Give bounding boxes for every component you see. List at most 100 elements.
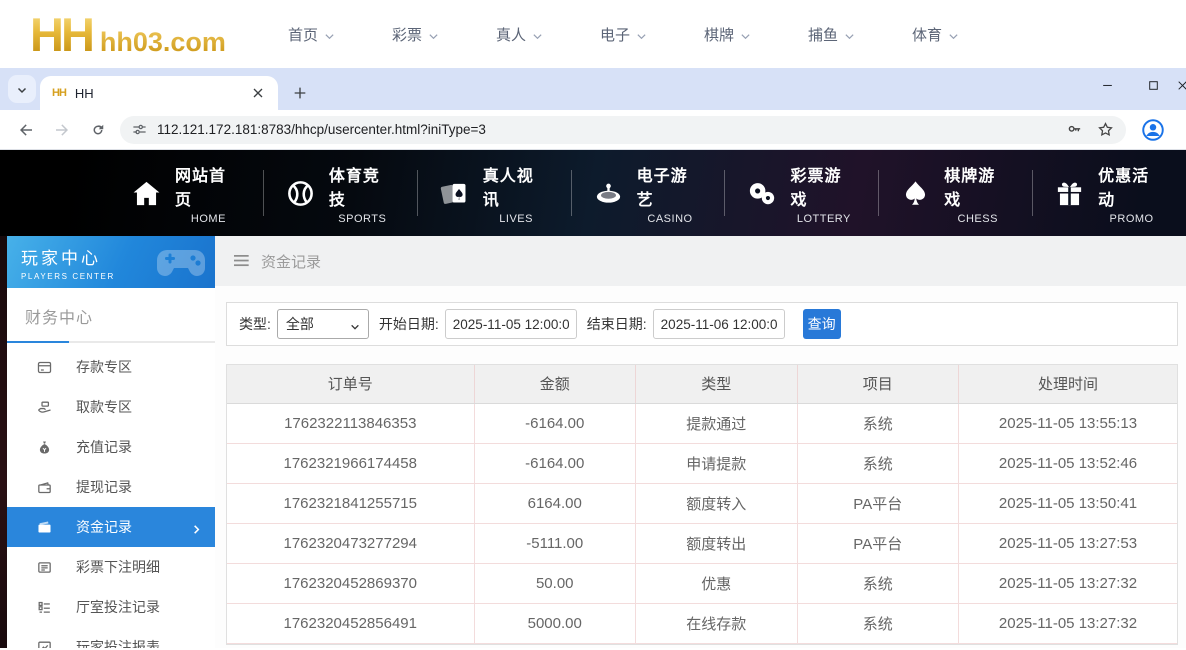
back-button[interactable] <box>13 117 39 143</box>
site-info-icon[interactable] <box>132 122 147 137</box>
profile-avatar-icon[interactable] <box>1140 117 1166 143</box>
sidebar-item[interactable]: 玩家投注报表 <box>7 627 215 648</box>
tab-close-icon[interactable] <box>250 85 266 101</box>
game-nav-label-cn: 优惠活动 <box>1098 167 1150 209</box>
forward-button[interactable] <box>49 117 75 143</box>
site-logo[interactable]: HH hh03.com <box>30 7 226 62</box>
tab-title: HH <box>74 85 94 101</box>
site-nav: 首页 彩票 真人 电子 棋牌 捕鱼 体育 <box>288 24 959 45</box>
breadcrumb: 资金记录 <box>215 236 1186 286</box>
game-nav-item[interactable]: 棋牌游戏 CHESS <box>879 162 1032 225</box>
table-cell: 提款通过 <box>635 403 798 444</box>
gift-icon <box>1054 178 1085 209</box>
reload-icon <box>89 121 107 139</box>
minimize-icon <box>1101 79 1114 92</box>
close-button[interactable] <box>1176 68 1186 102</box>
game-nav-label-en: PROMO <box>1109 212 1154 225</box>
close-icon <box>1176 79 1186 92</box>
site-nav-label: 捕鱼 <box>808 26 839 44</box>
game-nav-label-cn: 棋牌游戏 <box>944 167 996 209</box>
table-cell: 1762321966174458 <box>227 443 475 484</box>
chevron-down-icon <box>636 29 647 40</box>
table-cell: 优惠 <box>635 563 798 604</box>
sports-ball-icon <box>285 178 316 209</box>
window-controls <box>1084 68 1186 102</box>
site-nav-item[interactable]: 捕鱼 <box>808 24 855 45</box>
game-nav-label-cn: 网站首页 <box>175 167 227 209</box>
table-header-cell: 项目 <box>797 365 959 404</box>
sidebar-divider <box>7 341 215 343</box>
minimize-button[interactable] <box>1084 68 1130 102</box>
table-cell: 2025-11-05 13:27:32 <box>958 563 1177 604</box>
search-button[interactable]: 查询 <box>802 309 841 339</box>
site-nav-label: 体育 <box>912 26 943 44</box>
lottery-balls-icon <box>746 178 777 209</box>
sidebar-item[interactable]: 资金记录 <box>7 507 215 547</box>
bookmark-star-icon[interactable] <box>1097 121 1114 138</box>
end-date-input[interactable] <box>652 309 785 339</box>
sidebar-item[interactable]: 存款专区 <box>7 347 215 387</box>
sidebar-item[interactable]: 提现记录 <box>7 467 215 507</box>
table-cell: 申请提款 <box>635 443 798 484</box>
sidebar-item[interactable]: 彩票下注明细 <box>7 547 215 587</box>
table-cell: 额度转出 <box>635 523 798 564</box>
sidebar-menu: 存款专区 取款专区充值记录提现记录资金记录彩票下注明细 厅室投注记录玩家投注报表 <box>7 347 215 648</box>
table-header-row: 订单号 金额 类型 项目 处理时间 <box>227 365 1177 404</box>
table-cell: 2025-11-05 13:55:13 <box>958 403 1177 444</box>
game-nav-label-cn: 彩票游戏 <box>790 167 842 209</box>
table-cell: -5111.00 <box>474 523 636 564</box>
tab-search-button[interactable] <box>8 75 36 103</box>
game-nav-item[interactable]: 真人视讯 LIVES <box>418 162 571 225</box>
hamburger-menu-icon[interactable] <box>234 254 250 268</box>
browser-tab[interactable]: HH HH <box>40 76 278 110</box>
sidebar-item-label: 玩家投注报表 <box>76 639 160 648</box>
sidebar-item-label: 资金记录 <box>76 519 132 535</box>
reload-button[interactable] <box>85 117 111 143</box>
sidebar-item-label: 彩票下注明细 <box>76 559 160 575</box>
site-nav-item[interactable]: 电子 <box>600 24 647 45</box>
table-header-cell: 金额 <box>474 365 636 404</box>
game-nav-item[interactable]: 优惠活动 PROMO <box>1033 162 1186 225</box>
sidebar-item-label: 充值记录 <box>76 439 132 455</box>
chevron-down-icon <box>740 29 751 40</box>
deposit-zone-icon <box>36 359 53 376</box>
sidebar-item[interactable]: 取款专区 <box>7 387 215 427</box>
sidebar-item[interactable]: 充值记录 <box>7 427 215 467</box>
site-nav-item[interactable]: 彩票 <box>392 24 439 45</box>
game-nav-text: 真人视讯 LIVES <box>483 162 550 225</box>
site-nav-item[interactable]: 首页 <box>288 24 335 45</box>
site-nav-item[interactable]: 真人 <box>496 24 543 45</box>
browser-toolbar: 112.121.172.181:8783/hhcp/usercenter.htm… <box>0 110 1186 150</box>
start-date-input[interactable] <box>444 309 577 339</box>
game-nav-item[interactable]: 体育竞技 SPORTS <box>264 162 417 225</box>
game-nav-item[interactable]: 电子游艺 CASINO <box>572 162 725 225</box>
table-cell: 系统 <box>797 603 959 644</box>
table-row: 1762320452869370 50.00 优惠 系统 2025-11-05 13:2… <box>227 563 1177 604</box>
new-tab-button[interactable] <box>292 85 308 101</box>
game-nav-item[interactable]: 彩票游戏 LOTTERY <box>725 162 878 225</box>
table-cell: 额度转入 <box>635 483 798 524</box>
content-area: 玩家中心 PLAYERS CENTER 财务中心 存款专区 取款专区 充值记录 提现记… <box>0 236 1186 648</box>
site-nav-item[interactable]: 体育 <box>912 24 959 45</box>
type-select-value: 全部 <box>285 316 314 332</box>
sidebar-item-label: 厅室投注记录 <box>76 599 160 615</box>
table-header-cell: 订单号 <box>227 365 475 404</box>
game-nav-label-en: CASINO <box>647 212 693 225</box>
maximize-button[interactable] <box>1130 68 1176 102</box>
game-nav-item[interactable]: 网站首页 HOME <box>110 162 263 225</box>
funds-table: 订单号 金额 类型 项目 处理时间 1762322113846353 -6164.00 提款… <box>226 364 1178 645</box>
chevron-down-icon <box>844 29 855 40</box>
address-bar-actions <box>1066 121 1114 138</box>
game-nav-label-en: LOTTERY <box>796 212 851 225</box>
game-nav-text: 优惠活动 PROMO <box>1098 162 1165 225</box>
site-nav-item[interactable]: 棋牌 <box>704 24 751 45</box>
withdraw-zone-icon <box>36 399 53 416</box>
type-select[interactable]: 全部 <box>276 309 369 339</box>
address-bar[interactable]: 112.121.172.181:8783/hhcp/usercenter.htm… <box>120 115 1126 144</box>
roulette-icon <box>593 178 624 209</box>
maximize-icon <box>1147 79 1160 92</box>
sidebar-item[interactable]: 厅室投注记录 <box>7 587 215 627</box>
url-text: 112.121.172.181:8783/hhcp/usercenter.htm… <box>157 122 486 137</box>
password-key-icon[interactable] <box>1066 121 1083 138</box>
site-nav-label: 首页 <box>287 26 318 44</box>
